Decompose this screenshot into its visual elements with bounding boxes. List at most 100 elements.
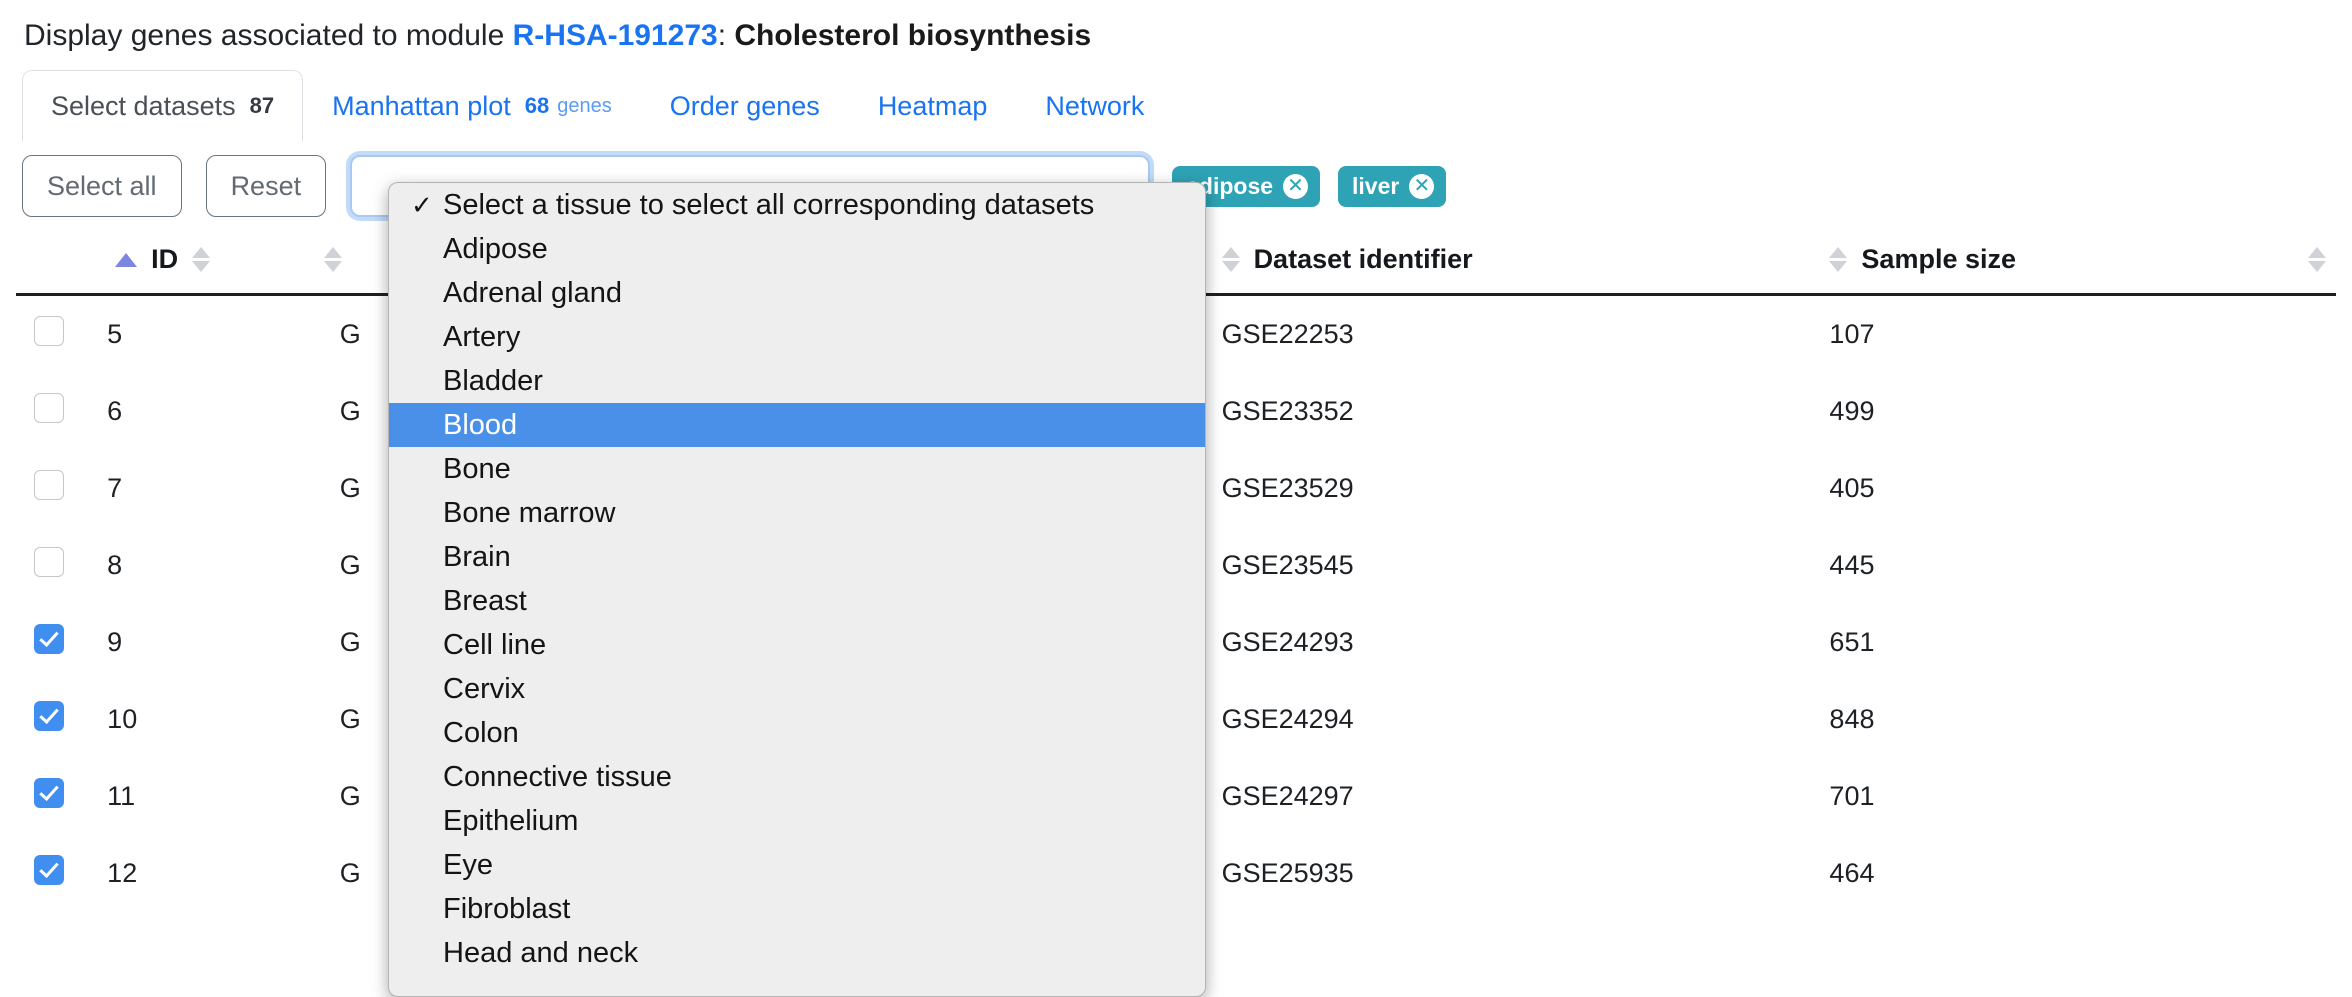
tab-order-genes[interactable]: Order genes: [641, 70, 849, 142]
dropdown-option[interactable]: Cervix: [389, 667, 1205, 711]
dropdown-option[interactable]: Breast: [389, 579, 1205, 623]
dropdown-option[interactable]: Epithelium: [389, 799, 1205, 843]
sort-ascending-active-icon[interactable]: [115, 252, 138, 267]
dropdown-option[interactable]: Cell line: [389, 623, 1205, 667]
row-checkbox[interactable]: [34, 470, 64, 500]
sort-toggle-icon[interactable]: [323, 247, 342, 272]
row-dataset-identifier: GSE23529: [1221, 473, 1354, 503]
badge-liver-label: liver: [1352, 172, 1400, 199]
row-checkbox[interactable]: [34, 855, 64, 885]
row-sample-size: 445: [1829, 550, 1875, 580]
dropdown-option[interactable]: Bone: [389, 447, 1205, 491]
sort-toggle-icon[interactable]: [1829, 247, 1848, 272]
column-header-dataset-identifier[interactable]: Dataset identifier: [1221, 228, 1830, 296]
row-id: 12: [107, 858, 138, 888]
dropdown-option[interactable]: Adrenal gland: [389, 271, 1205, 315]
dropdown-option-label: Breast: [443, 584, 527, 617]
dropdown-option-label: Blood: [443, 408, 518, 441]
tab-select-datasets-count: 87: [249, 93, 275, 118]
column-header-dataset-identifier-label: Dataset identifier: [1253, 244, 1473, 274]
dropdown-option[interactable]: Head and neck: [389, 931, 1205, 975]
row-sample-size: 701: [1829, 781, 1875, 811]
tab-select-datasets-label: Select datasets: [51, 90, 236, 121]
close-icon[interactable]: ✕: [1283, 173, 1309, 199]
module-name: Cholesterol biosynthesis: [734, 19, 1092, 52]
row-id: 5: [107, 319, 123, 349]
row-dataset-identifier: GSE24294: [1221, 704, 1354, 734]
dropdown-option-label: Eye: [443, 848, 493, 881]
sort-toggle-icon[interactable]: [192, 247, 211, 272]
tab-manhattan-plot[interactable]: Manhattan plot 68 genes: [303, 70, 641, 142]
dropdown-option[interactable]: Brain: [389, 535, 1205, 579]
row-sample-size: 848: [1829, 704, 1875, 734]
dropdown-option[interactable]: Blood: [389, 403, 1205, 447]
row-sample-size: 464: [1829, 858, 1875, 888]
row-sample-size: 651: [1829, 627, 1875, 657]
dropdown-option[interactable]: Colon: [389, 711, 1205, 755]
tab-select-datasets[interactable]: Select datasets 87: [22, 70, 304, 142]
dropdown-option[interactable]: Adipose: [389, 227, 1205, 271]
dropdown-option[interactable]: Eye: [389, 843, 1205, 887]
dropdown-option[interactable]: ✓ Select a tissue to select all correspon…: [389, 183, 1205, 227]
row-checkbox[interactable]: [34, 547, 64, 577]
tissue-dropdown-list[interactable]: ✓ Select a tissue to select all correspon…: [388, 182, 1206, 997]
page-title: Display genes associated to module R-HSA…: [0, 0, 2352, 54]
sort-toggle-icon[interactable]: [1221, 247, 1240, 272]
badge-liver[interactable]: liver ✕: [1338, 165, 1447, 207]
row-sample-size: 405: [1829, 473, 1875, 503]
module-id-link[interactable]: R-HSA-191273: [513, 19, 718, 52]
dropdown-option-label: Head and neck: [443, 936, 639, 969]
page-title-separator: :: [717, 19, 735, 52]
dropdown-option-label: Brain: [443, 540, 511, 573]
sort-toggle-icon[interactable]: [2308, 247, 2326, 272]
row-dataset-identifier: GSE23352: [1221, 396, 1354, 426]
row-checkbox-cell: [16, 758, 107, 835]
row-checkbox-cell: [16, 527, 107, 604]
dropdown-option-label: Artery: [443, 320, 521, 353]
dropdown-option-label: Adrenal gland: [443, 276, 622, 309]
dropdown-option-label: Bladder: [443, 364, 543, 397]
row-checkbox[interactable]: [34, 701, 64, 731]
column-header-id[interactable]: ID: [107, 228, 310, 296]
close-icon[interactable]: ✕: [1409, 173, 1435, 199]
tab-manhattan-plot-count: 68: [524, 93, 550, 118]
check-icon: ✓: [411, 189, 433, 220]
row-sample-size: 499: [1829, 396, 1875, 426]
row-checkbox[interactable]: [34, 624, 64, 654]
row-dataset-identifier: GSE22253: [1221, 319, 1354, 349]
row-dataset-identifier: GSE23545: [1221, 550, 1354, 580]
tab-manhattan-plot-label: Manhattan plot: [332, 90, 511, 121]
row-checkbox[interactable]: [34, 316, 64, 346]
dropdown-option-label: Colon: [443, 716, 519, 749]
row-checkbox-cell: [16, 604, 107, 681]
dropdown-option[interactable]: Bladder: [389, 359, 1205, 403]
row-id: 7: [107, 473, 123, 503]
row-id: 11: [107, 781, 136, 811]
row-id: 9: [107, 627, 123, 657]
dropdown-option-label: Epithelium: [443, 804, 579, 837]
row-checkbox[interactable]: [34, 778, 64, 808]
tab-network-label: Network: [1045, 90, 1145, 121]
dropdown-option[interactable]: Fibroblast: [389, 887, 1205, 931]
row-dataset-identifier: GSE25935: [1221, 858, 1354, 888]
dropdown-option[interactable]: Bone marrow: [389, 491, 1205, 535]
row-checkbox-cell: [16, 373, 107, 450]
column-header-id-label: ID: [151, 244, 179, 274]
reset-button[interactable]: Reset: [205, 155, 327, 217]
row-id: 6: [107, 396, 123, 426]
row-checkbox-cell: [16, 295, 107, 374]
tab-order-genes-label: Order genes: [669, 90, 820, 121]
dropdown-option[interactable]: Connective tissue: [389, 755, 1205, 799]
dropdown-option-label: Cell line: [443, 628, 547, 661]
row-dataset-identifier: GSE24297: [1221, 781, 1354, 811]
select-all-button[interactable]: Select all: [22, 155, 182, 217]
column-header-sample-size[interactable]: Sample size: [1829, 228, 2336, 296]
row-checkbox[interactable]: [34, 393, 64, 423]
tab-heatmap-label: Heatmap: [877, 90, 988, 121]
dropdown-option-label: Cervix: [443, 672, 526, 705]
tab-network[interactable]: Network: [1016, 70, 1173, 142]
row-sample-size: 107: [1829, 319, 1875, 349]
tab-manhattan-plot-unit: genes: [557, 94, 612, 117]
tab-heatmap[interactable]: Heatmap: [849, 70, 1017, 142]
dropdown-option[interactable]: Artery: [389, 315, 1205, 359]
